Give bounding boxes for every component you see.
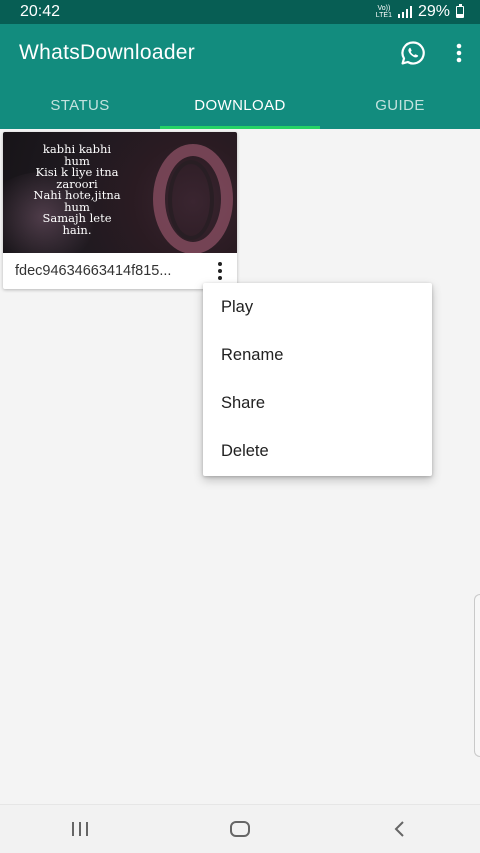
card-more-icon[interactable] xyxy=(215,262,225,280)
lte-label: LTE1 xyxy=(375,12,392,19)
status-time: 20:42 xyxy=(20,3,61,20)
quote-line: hain. xyxy=(62,222,92,237)
more-vert-icon[interactable] xyxy=(456,43,462,63)
status-bar: 20:42 Vo)) LTE1 29% xyxy=(0,0,480,24)
tab-guide[interactable]: GUIDE xyxy=(320,82,480,129)
battery-icon xyxy=(456,4,464,18)
tab-status[interactable]: STATUS xyxy=(0,82,160,129)
navigation-bar xyxy=(0,804,480,853)
whatsapp-icon[interactable] xyxy=(400,40,426,66)
edge-panel-handle[interactable] xyxy=(474,594,480,757)
thumbnail-quote: kabhi kabhi hum Kisi k liye itna zaroori… xyxy=(3,143,151,237)
back-icon[interactable] xyxy=(370,805,430,853)
menu-item-delete[interactable]: Delete xyxy=(203,427,432,475)
thumbnail-ring-inner xyxy=(168,160,214,240)
home-icon[interactable] xyxy=(210,805,270,853)
signal-icon xyxy=(397,6,412,18)
menu-item-rename[interactable]: Rename xyxy=(203,331,432,379)
recents-icon[interactable] xyxy=(50,805,110,853)
tab-bar: STATUS DOWNLOAD GUIDE xyxy=(0,82,480,129)
download-card[interactable]: kabhi kabhi hum Kisi k liye itna zaroori… xyxy=(3,132,237,289)
app-bar: WhatsDownloader xyxy=(0,24,480,82)
context-menu: Play Rename Share Delete xyxy=(203,283,432,476)
app-title: WhatsDownloader xyxy=(19,41,196,64)
file-name: fdec94634663414f815... xyxy=(15,263,172,279)
tab-download[interactable]: DOWNLOAD xyxy=(160,82,320,129)
menu-item-play[interactable]: Play xyxy=(203,283,432,331)
video-thumbnail[interactable]: kabhi kabhi hum Kisi k liye itna zaroori… xyxy=(3,132,237,253)
volte-indicator: Vo)) LTE1 xyxy=(376,5,392,19)
battery-percent: 29% xyxy=(417,3,450,20)
card-footer: fdec94634663414f815... xyxy=(3,253,237,289)
app-bar-actions xyxy=(400,40,462,66)
menu-item-share[interactable]: Share xyxy=(203,379,432,427)
volte-label: Vo)) xyxy=(377,5,391,12)
status-icons: Vo)) LTE1 29% xyxy=(376,3,464,21)
